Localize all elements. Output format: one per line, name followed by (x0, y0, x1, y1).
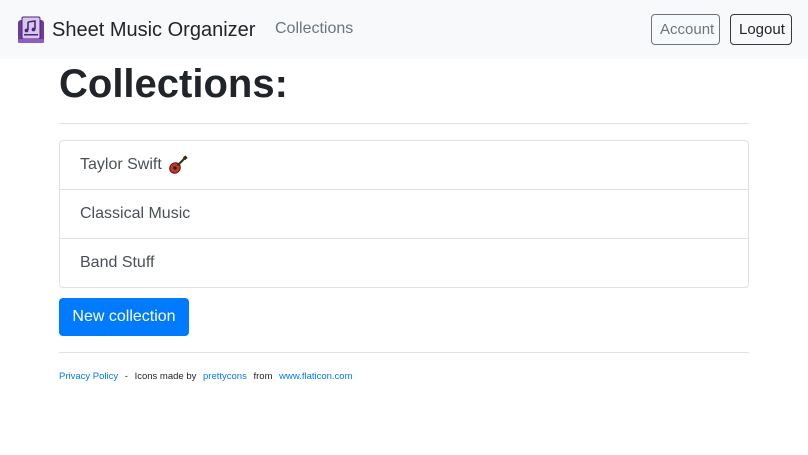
new-collection-button[interactable]: New collection (59, 298, 189, 336)
navbar: Sheet Music Organizer Collections Accoun… (0, 0, 808, 59)
icons-credit-text: Icons made by (134, 371, 197, 382)
collections-list: Taylor Swift Classical Music Band Stuff (59, 140, 749, 288)
title-divider (59, 123, 749, 124)
sheet-music-icon (18, 16, 44, 43)
footer-divider (59, 352, 749, 353)
nav-link-collections[interactable]: Collections (275, 20, 353, 38)
collection-label: Band Stuff (80, 254, 155, 271)
collection-item-band-stuff[interactable]: Band Stuff (60, 238, 748, 287)
logout-button[interactable]: Logout (730, 14, 792, 45)
privacy-policy-link[interactable]: Privacy Policy (59, 371, 118, 382)
brand-link[interactable]: Sheet Music Organizer (16, 14, 255, 46)
collection-item-taylor-swift[interactable]: Taylor Swift (60, 141, 748, 189)
collection-label: Classical Music (80, 205, 191, 222)
from-text: from (253, 371, 273, 382)
guitar-icon (168, 155, 188, 174)
flaticon-link[interactable]: www.flaticon.com (279, 371, 352, 382)
account-button[interactable]: Account (651, 14, 720, 45)
author-link[interactable]: prettycons (203, 371, 247, 382)
collection-item-classical-music[interactable]: Classical Music (60, 189, 748, 238)
collection-label: Taylor Swift (80, 156, 162, 173)
brand-title: Sheet Music Organizer (52, 18, 256, 41)
footer-separator: - (124, 371, 128, 382)
footer: Privacy Policy - Icons made by prettycon… (59, 371, 353, 382)
page-title: Collections: (59, 62, 288, 106)
